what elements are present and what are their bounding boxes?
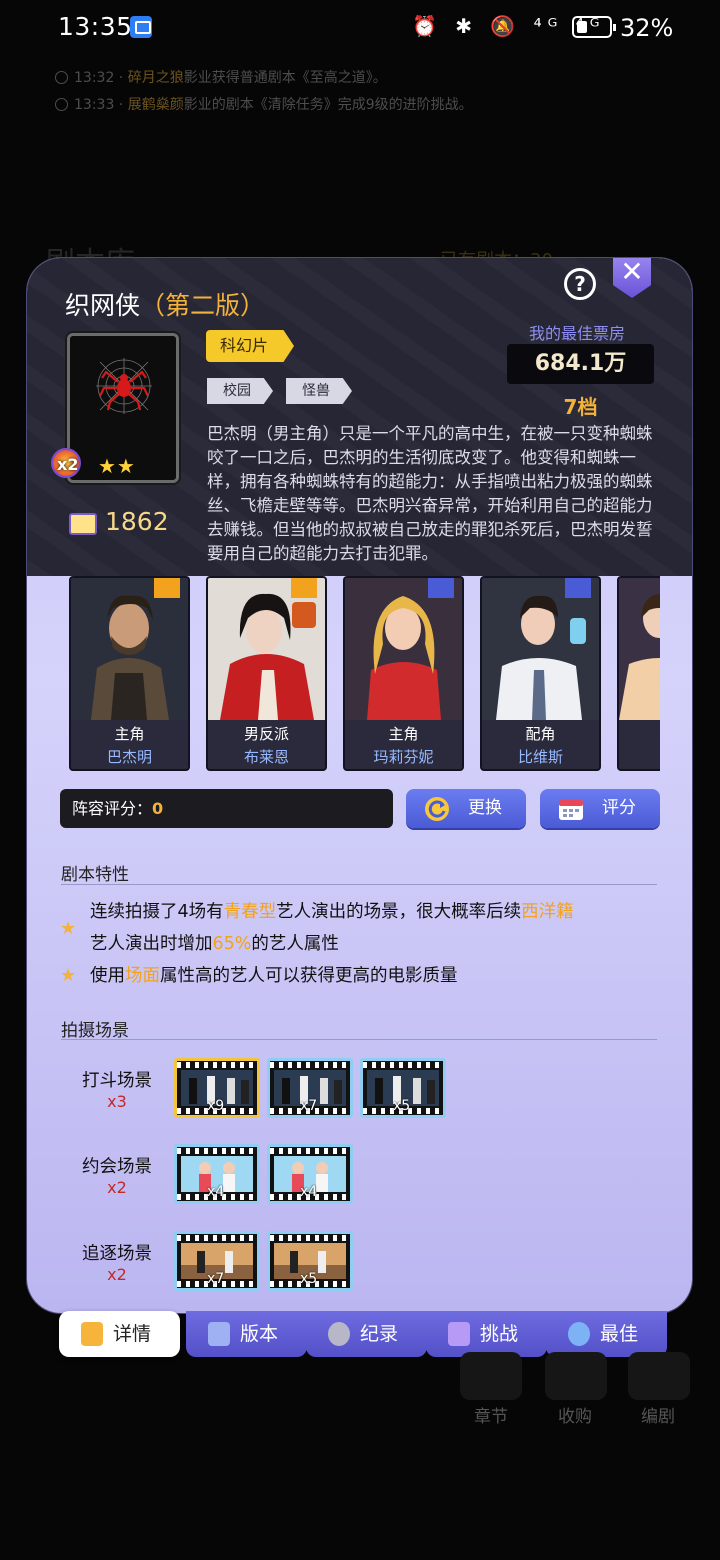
spider-icon bbox=[96, 358, 152, 414]
tab-records[interactable]: 纪录 bbox=[306, 1311, 427, 1357]
script-title: 织网侠（第二版） bbox=[65, 291, 266, 320]
refresh-icon bbox=[425, 797, 449, 821]
scene-film[interactable]: x7 bbox=[267, 1058, 353, 1118]
trait-item: 连续拍摄了4场有青春型艺人演出的场景，很大概率后续西洋籍 bbox=[90, 902, 574, 922]
tab-details[interactable]: 详情 bbox=[59, 1311, 180, 1357]
tab-best[interactable]: 最佳 bbox=[546, 1311, 667, 1357]
news-ticker-item: 13:33 · 展鹤燊颜影业的剧本《清除任务》完成9级的进阶挑战。 bbox=[55, 94, 473, 114]
cast-role: 主角 bbox=[114, 725, 145, 743]
crown-icon bbox=[448, 1322, 470, 1346]
box-office-value: 684.1万 bbox=[507, 344, 654, 384]
cast-name: 巴杰明 bbox=[106, 748, 152, 766]
help-icon[interactable]: ? bbox=[564, 268, 596, 300]
cast-card[interactable] bbox=[617, 576, 660, 771]
game-screen: 13:35 ⏰ ✱ 🔕 ⁴ᴳ ⁴ᴳ 32% 13:32 · 碎月之狼影业获得普通… bbox=[0, 0, 720, 1560]
cast-list[interactable]: 主角 巴杰明 男反派 布莱恩 主角 玛莉芬妮 配角 比维斯 bbox=[69, 576, 660, 774]
scene-film[interactable]: x5 bbox=[267, 1231, 353, 1291]
scene-multiplier: x2 bbox=[107, 1265, 127, 1284]
swap-button[interactable]: 更换 bbox=[406, 789, 526, 828]
cast-name: 比维斯 bbox=[517, 748, 563, 766]
box-office-label: 我的最佳票房 bbox=[528, 324, 625, 343]
read-count: 1862 bbox=[105, 507, 169, 536]
scene-label: 追逐场景 bbox=[82, 1244, 152, 1264]
status-time: 13:35 bbox=[58, 12, 133, 41]
rarity-flag bbox=[154, 578, 180, 598]
tab-version[interactable]: 版本 bbox=[186, 1311, 307, 1357]
scene-film[interactable]: x5 bbox=[360, 1058, 446, 1118]
scene-label: 约会场景 bbox=[82, 1157, 152, 1177]
scene-film[interactable]: x4 bbox=[174, 1144, 260, 1204]
chapters-icon[interactable] bbox=[460, 1352, 522, 1400]
film-count: x4 bbox=[300, 1184, 318, 1200]
cast-name: 玛莉芬妮 bbox=[373, 748, 434, 766]
bottom-nav-chapters[interactable]: 章节 bbox=[461, 1402, 521, 1427]
script-detail-panel: 织网侠（第二版） ? ✕ ★★ x2 1862 科幻片 校园 怪兽 巴杰明（男主… bbox=[27, 258, 692, 1313]
rating-stars: ★★ bbox=[98, 454, 136, 478]
battery-percent: 32% bbox=[620, 14, 674, 42]
section-divider bbox=[61, 1039, 657, 1040]
cast-card[interactable]: 主角 巴杰明 bbox=[69, 576, 190, 771]
clock-icon bbox=[55, 71, 68, 84]
tab-challenge[interactable]: 挑战 bbox=[426, 1311, 547, 1357]
cast-name: 布莱恩 bbox=[243, 748, 289, 766]
copies-badge: x2 bbox=[51, 448, 81, 478]
scene-film[interactable]: x9 bbox=[174, 1058, 260, 1118]
box-office-tier: 7档 bbox=[563, 395, 598, 419]
film-reel-icon bbox=[328, 1322, 350, 1346]
question-card-icon bbox=[208, 1322, 230, 1346]
star-icon: ★ bbox=[60, 965, 77, 986]
scenes-title: 拍摄场景 bbox=[61, 1021, 129, 1041]
cast-card[interactable]: 配角 比维斯 bbox=[480, 576, 601, 771]
notepad-icon bbox=[81, 1322, 103, 1346]
trait-item: 使用场面属性高的艺人可以获得更高的电影质量 bbox=[90, 966, 458, 986]
news-ticker-item: 13:32 · 碎月之狼影业获得普通剧本《至高之道》。 bbox=[55, 67, 387, 87]
film-count: x5 bbox=[393, 1098, 411, 1114]
film-count: x4 bbox=[207, 1184, 225, 1200]
actor-portrait bbox=[208, 578, 325, 720]
rarity-flag bbox=[565, 578, 591, 598]
actor-portrait bbox=[345, 578, 462, 720]
acquire-icon[interactable] bbox=[545, 1352, 607, 1400]
traits-title: 剧本特性 bbox=[61, 865, 129, 885]
theme-tag: 怪兽 bbox=[286, 378, 352, 404]
cast-card[interactable]: 男反派 布莱恩 bbox=[206, 576, 327, 771]
scene-label: 打斗场景 bbox=[82, 1071, 152, 1091]
section-divider bbox=[61, 884, 657, 885]
bottom-nav-acquire[interactable]: 收购 bbox=[545, 1402, 605, 1427]
cast-role: 配角 bbox=[525, 725, 556, 743]
film-count: x9 bbox=[207, 1098, 225, 1114]
cast-role: 主角 bbox=[388, 725, 419, 743]
rarity-flag bbox=[291, 578, 317, 598]
cast-role: 男反派 bbox=[243, 725, 289, 743]
calendar-icon bbox=[559, 800, 583, 820]
actor-portrait bbox=[71, 578, 188, 720]
rarity-flag bbox=[428, 578, 454, 598]
bottom-nav-writer[interactable]: 编剧 bbox=[628, 1402, 688, 1427]
rate-button[interactable]: 评分 bbox=[540, 789, 660, 828]
scene-film[interactable]: x4 bbox=[267, 1144, 353, 1204]
star-icon: ★ bbox=[60, 918, 77, 939]
trait-item-continued: 艺人演出时增加65%的艺人属性 bbox=[90, 934, 339, 954]
scene-multiplier: x2 bbox=[107, 1178, 127, 1197]
actor-portrait bbox=[619, 578, 660, 720]
book-icon bbox=[69, 513, 97, 535]
writer-icon[interactable] bbox=[628, 1352, 690, 1400]
scene-film[interactable]: x7 bbox=[174, 1231, 260, 1291]
clock-icon bbox=[55, 98, 68, 111]
film-count: x7 bbox=[300, 1098, 318, 1114]
script-description: 巴杰明（男主角）只是一个平凡的高中生，在被一只变种蜘蛛咬了一口之后，巴杰明的生活… bbox=[207, 424, 653, 563]
medal-icon bbox=[568, 1322, 590, 1346]
actor-portrait bbox=[482, 578, 599, 720]
film-count: x7 bbox=[207, 1271, 225, 1287]
scene-multiplier: x3 bbox=[107, 1092, 127, 1111]
genre-tag: 科幻片 bbox=[206, 330, 295, 362]
lineup-score: 阵容评分：0 bbox=[60, 789, 393, 828]
battery-icon bbox=[572, 16, 616, 38]
theme-tag: 校园 bbox=[207, 378, 273, 404]
app-notification-icon bbox=[130, 16, 152, 38]
cast-card[interactable]: 主角 玛莉芬妮 bbox=[343, 576, 464, 771]
status-bar: 13:35 ⏰ ✱ 🔕 ⁴ᴳ ⁴ᴳ 32% bbox=[0, 0, 720, 56]
film-count: x5 bbox=[300, 1271, 318, 1287]
script-poster[interactable]: ★★ bbox=[67, 333, 179, 483]
